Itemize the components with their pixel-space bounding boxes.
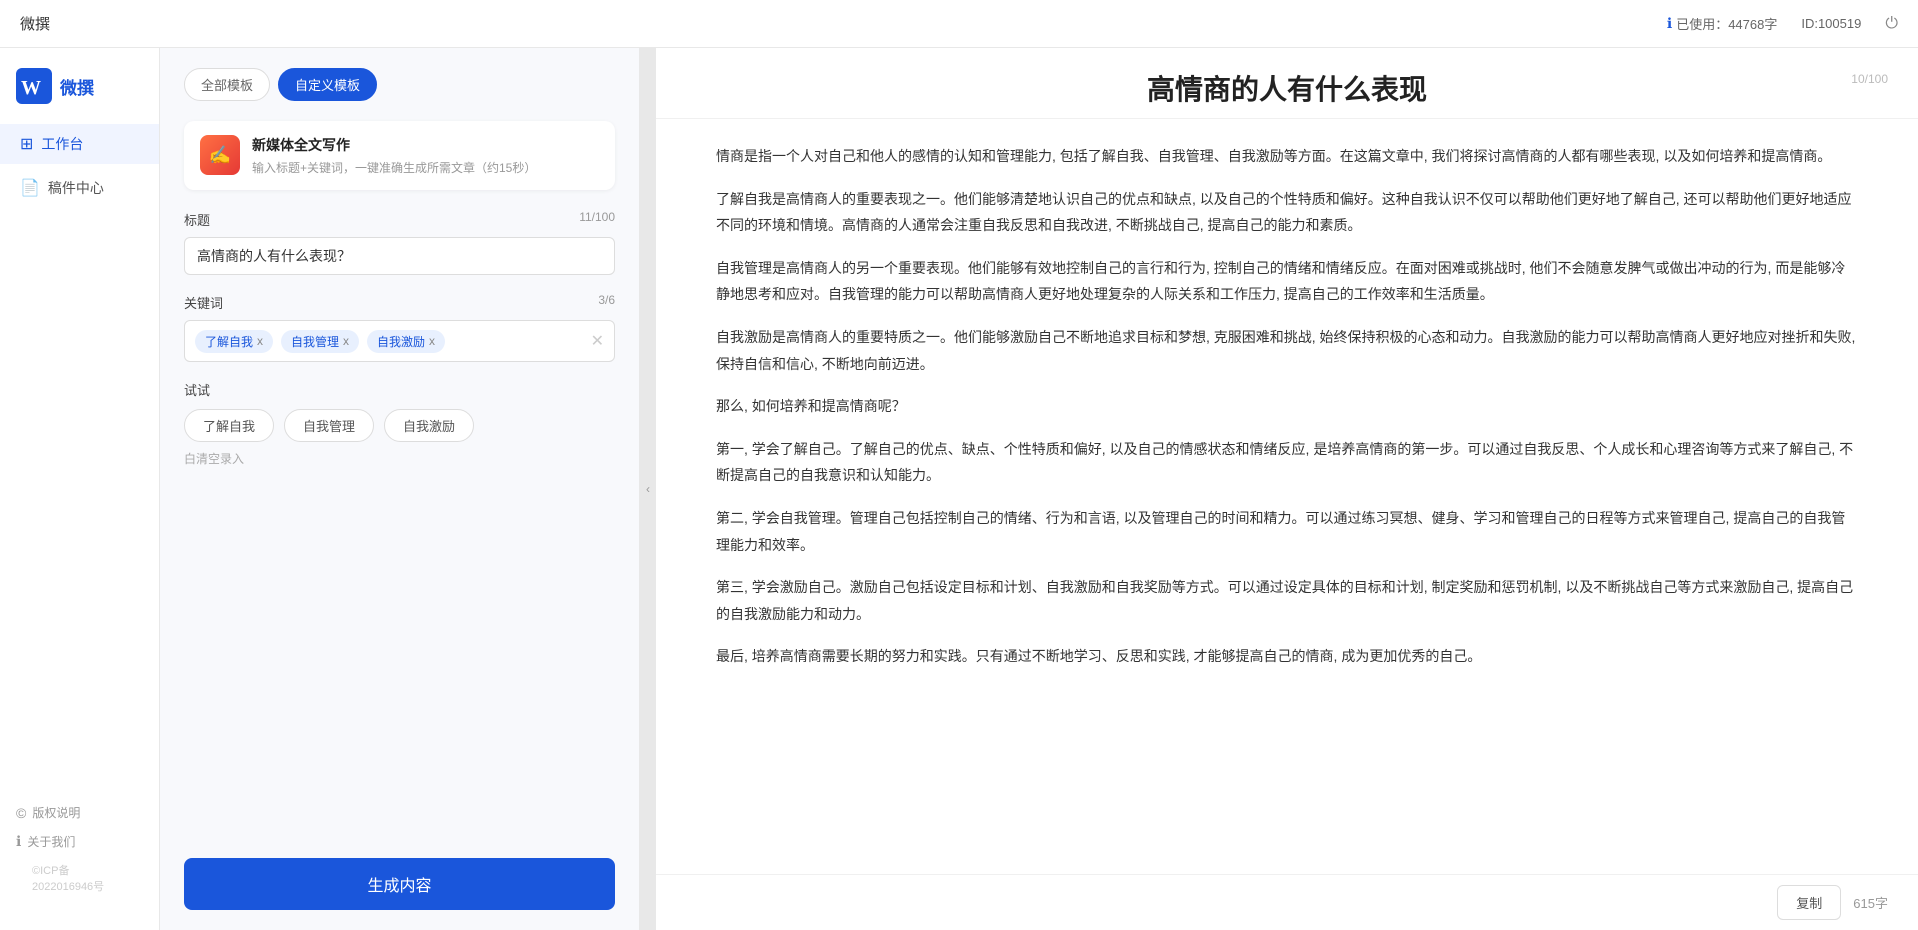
content-paragraph: 第一, 学会了解自己。了解自己的优点、缺点、个性特质和偏好, 以及自己的情感状态… (716, 436, 1858, 489)
content-paragraph: 第三, 学会激励自己。激励自己包括设定目标和计划、自我激励和自我奖励等方式。可以… (716, 574, 1858, 627)
sidebar: W 微撰 ⊞ 工作台 📄 稿件中心 © 版权说明 ℹ 关于我们 ©ICP备202 (0, 48, 160, 930)
content-title: 高情商的人有什么表现 (716, 68, 1858, 108)
about-label: 关于我们 (27, 833, 75, 850)
content-paragraph: 最后, 培养高情商需要长期的努力和实践。只有通过不断地学习、反思和实践, 才能够… (716, 643, 1858, 670)
content-paragraph: 自我管理是高情商人的另一个重要表现。他们能够有效地控制自己的言行和行为, 控制自… (716, 255, 1858, 308)
try-label: 试试 (184, 380, 615, 399)
content-header: 高情商的人有什么表现 10/100 (656, 48, 1918, 119)
content-paragraph: 情商是指一个人对自己和他人的感情的认知和管理能力, 包括了解自我、自我管理、自我… (716, 143, 1858, 170)
template-card[interactable]: ✍ 新媒体全文写作 输入标题+关键词，一键准确生成所需文章（约15秒） (184, 121, 615, 190)
topbar-right: ℹ 已使用：44768字 ID:100519 ⏻ (1667, 14, 1898, 33)
logout-icon[interactable]: ⏻ (1885, 15, 1898, 33)
title-label-row: 标题 11/100 (184, 210, 615, 229)
word-count: 615字 (1853, 893, 1888, 912)
keyword-text-3: 自我激励 (377, 333, 425, 350)
template-card-desc: 输入标题+关键词，一键准确生成所需文章（约15秒） (252, 159, 599, 176)
topbar-title: 微撰 (20, 13, 50, 34)
template-card-title: 新媒体全文写作 (252, 135, 599, 155)
tab-custom-templates[interactable]: 自定义模板 (278, 68, 377, 101)
copyright-label: 版权说明 (32, 804, 80, 821)
keywords-label: 关键词 (184, 293, 223, 312)
title-input[interactable] (184, 237, 615, 275)
content-paragraph: 自我激励是高情商人的重要特质之一。他们能够激励自己不断地追求目标和梦想, 克服困… (716, 324, 1858, 377)
logo-w-icon: W (16, 68, 52, 104)
about-icon: ℹ (16, 833, 21, 850)
main-layout: W 微撰 ⊞ 工作台 📄 稿件中心 © 版权说明 ℹ 关于我们 ©ICP备202 (0, 48, 1918, 930)
content-paragraph: 那么, 如何培养和提高情商呢？ (716, 393, 1858, 420)
content-paragraph: 了解自我是高情商人的重要表现之一。他们能够清楚地认识自己的优点和缺点, 以及自己… (716, 186, 1858, 239)
keyword-tag-2: 自我管理 x (281, 330, 359, 353)
try-section: 试试 了解自我 自我管理 自我激励 白清空录入 (184, 380, 615, 467)
keyword-tag-3: 自我激励 x (367, 330, 445, 353)
content-paragraph: 第二, 学会自我管理。管理自己包括控制自己的情绪、行为和言语, 以及管理自己的时… (716, 505, 1858, 558)
try-button-3[interactable]: 自我激励 (384, 409, 474, 442)
try-button-2[interactable]: 自我管理 (284, 409, 374, 442)
logo-text: 微撰 (60, 74, 94, 99)
keyword-tag-1: 了解自我 x (195, 330, 273, 353)
sidebar-item-copyright[interactable]: © 版权说明 (16, 804, 143, 821)
template-tabs: 全部模板 自定义模板 (184, 68, 615, 101)
sidebar-item-workbench-label: 工作台 (41, 134, 83, 154)
sidebar-bottom: © 版权说明 ℹ 关于我们 ©ICP备2022016946号 (0, 788, 159, 910)
keyword-remove-1[interactable]: x (257, 334, 263, 348)
try-button-1[interactable]: 了解自我 (184, 409, 274, 442)
content-body: 情商是指一个人对自己和他人的感情的认知和管理能力, 包括了解自我、自我管理、自我… (656, 119, 1918, 874)
sidebar-item-about[interactable]: ℹ 关于我们 (16, 833, 143, 850)
topbar-left: 微撰 (20, 13, 50, 34)
copy-button[interactable]: 复制 (1777, 885, 1841, 920)
panel-inner: 全部模板 自定义模板 ✍ 新媒体全文写作 输入标题+关键词，一键准确生成所需文章… (160, 48, 639, 842)
collapse-toggle[interactable]: ‹ (640, 48, 656, 930)
sidebar-item-workbench[interactable]: ⊞ 工作台 (0, 124, 159, 164)
try-clear[interactable]: 白清空录入 (184, 450, 615, 467)
keywords-clear-icon[interactable]: ✕ (591, 331, 604, 351)
usage-text: 已使用：44768字 (1676, 14, 1777, 33)
usage-icon: ℹ (1667, 15, 1672, 32)
keyword-text-2: 自我管理 (291, 333, 339, 350)
user-id: ID:100519 (1801, 16, 1861, 31)
title-section: 标题 11/100 (184, 210, 615, 275)
generate-button[interactable]: 生成内容 (184, 858, 615, 910)
template-card-content: 新媒体全文写作 输入标题+关键词，一键准确生成所需文章（约15秒） (252, 135, 599, 176)
keywords-box[interactable]: 了解自我 x 自我管理 x 自我激励 x ✕ (184, 320, 615, 362)
content-footer: 复制 615字 (656, 874, 1918, 930)
try-buttons: 了解自我 自我管理 自我激励 (184, 409, 615, 442)
workbench-icon: ⊞ (20, 134, 33, 154)
template-card-icon: ✍ (200, 135, 240, 175)
keywords-section: 关键词 3/6 了解自我 x 自我管理 x 自我激励 x (184, 293, 615, 362)
keywords-label-row: 关键词 3/6 (184, 293, 615, 312)
sidebar-item-drafts-label: 稿件中心 (48, 178, 104, 198)
content-page-count: 10/100 (1851, 72, 1888, 86)
generate-area: 生成内容 (160, 842, 639, 930)
content-panel: 高情商的人有什么表现 10/100 情商是指一个人对自己和他人的感情的认知和管理… (656, 48, 1918, 930)
tab-all-templates[interactable]: 全部模板 (184, 68, 270, 101)
keyword-remove-2[interactable]: x (343, 334, 349, 348)
title-label: 标题 (184, 210, 210, 229)
title-char-count: 11/100 (579, 210, 615, 229)
sidebar-nav: ⊞ 工作台 📄 稿件中心 (0, 124, 159, 208)
drafts-icon: 📄 (20, 178, 40, 198)
icp-text: ©ICP备2022016946号 (16, 862, 143, 894)
keyword-text-1: 了解自我 (205, 333, 253, 350)
svg-text:W: W (21, 77, 41, 99)
keyword-remove-3[interactable]: x (429, 334, 435, 348)
copyright-icon: © (16, 805, 26, 821)
usage-indicator: ℹ 已使用：44768字 (1667, 14, 1777, 33)
keywords-count: 3/6 (598, 293, 615, 312)
sidebar-logo: W 微撰 (0, 68, 159, 124)
sidebar-item-drafts[interactable]: 📄 稿件中心 (0, 168, 159, 208)
topbar: 微撰 ℹ 已使用：44768字 ID:100519 ⏻ (0, 0, 1918, 48)
center-panel: 全部模板 自定义模板 ✍ 新媒体全文写作 输入标题+关键词，一键准确生成所需文章… (160, 48, 640, 930)
